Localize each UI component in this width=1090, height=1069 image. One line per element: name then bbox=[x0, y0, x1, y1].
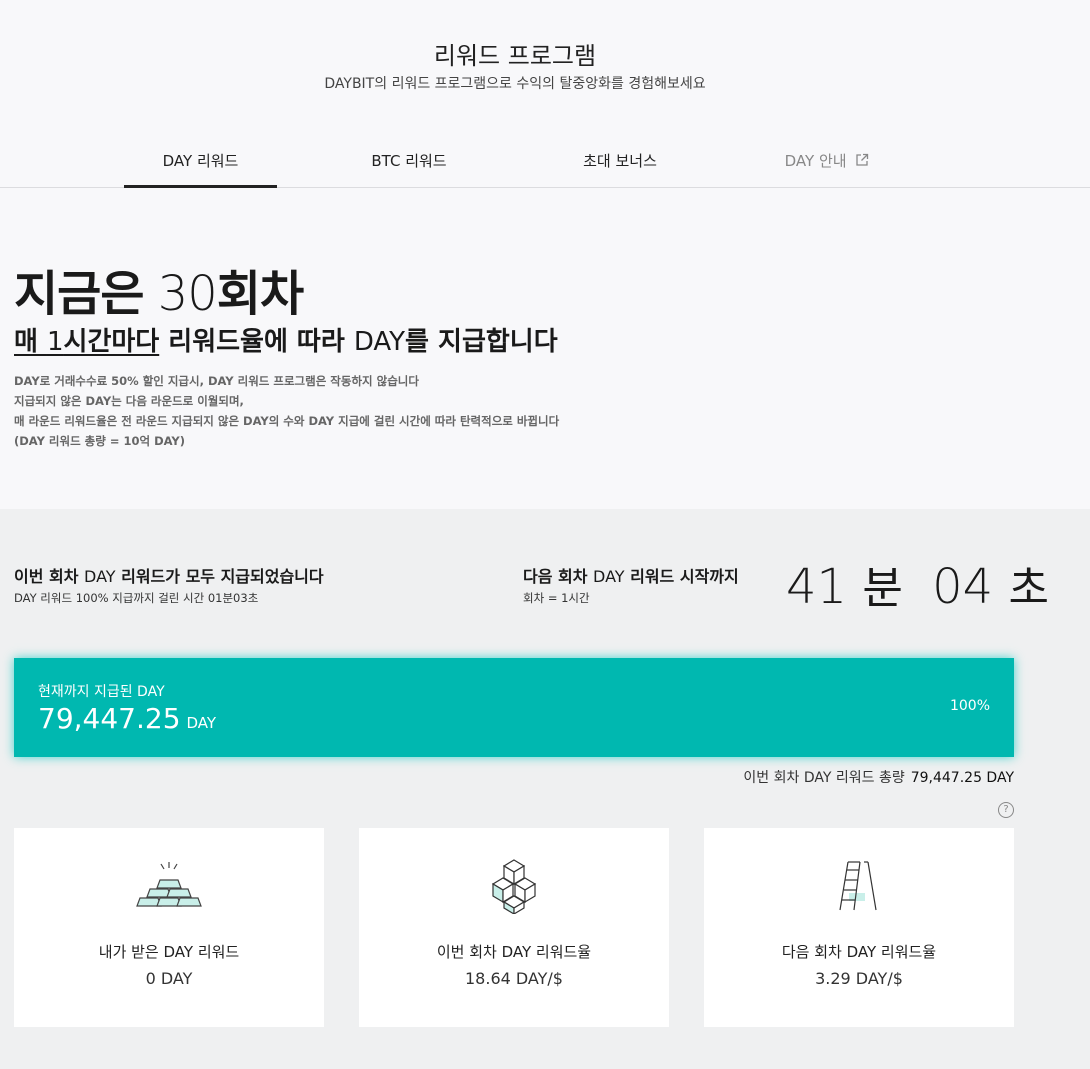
reward-notes: DAY로 거래수수료 50% 할인 지급시, DAY 리워드 프로그램은 작동하… bbox=[14, 371, 559, 451]
countdown-seconds: 04 bbox=[932, 559, 994, 615]
ladder-icon bbox=[704, 858, 1014, 918]
next-round-sub: 회차 = 1시간 bbox=[523, 591, 590, 605]
cubes-icon bbox=[359, 858, 669, 918]
tab-label: DAY 안내 bbox=[784, 152, 847, 170]
note-line: DAY로 거래수수료 50% 할인 지급시, DAY 리워드 프로그램은 작동하… bbox=[14, 374, 419, 388]
interval-suffix: 시간마다 bbox=[63, 327, 160, 357]
next-round-title: 다음 회차 DAY 리워드 시작까지 bbox=[523, 563, 739, 587]
tab-label: 초대 보너스 bbox=[583, 152, 657, 170]
subtitle-mid: 리워드율에 따라 bbox=[159, 327, 354, 357]
next-text: 다음 회차 bbox=[523, 567, 594, 586]
card-label: 다음 회차 DAY 리워드율 bbox=[781, 943, 937, 961]
status-text: 이번 회차 bbox=[14, 567, 85, 586]
card-value: 18.64 DAY/$ bbox=[465, 969, 563, 988]
next-day: DAY bbox=[593, 567, 625, 586]
next-text: 리워드 시작까지 bbox=[624, 567, 739, 586]
status-day: DAY bbox=[84, 567, 116, 586]
card-label: 이번 회차 DAY 리워드율 bbox=[436, 943, 592, 961]
card-label: 내가 받은 DAY 리워드 bbox=[98, 943, 240, 961]
status-text: 리워드가 모두 지급되었습니다 bbox=[115, 567, 324, 586]
interval-number: 1 bbox=[46, 327, 64, 357]
tab-label: BTC 리워드 bbox=[371, 152, 447, 170]
tab-label: DAY 리워드 bbox=[162, 152, 239, 170]
interval-prefix: 매 bbox=[14, 327, 47, 357]
note-line: 지급되지 않은 DAY는 다음 라운드로 이월되며, bbox=[14, 394, 244, 408]
countdown-minutes-unit: 분 bbox=[862, 563, 903, 614]
tab-day-info[interactable]: DAY 안내 bbox=[752, 150, 902, 188]
amount-value: 79,447.25 bbox=[38, 702, 181, 735]
progress-percent: 100% bbox=[949, 698, 990, 714]
round-number: 30 bbox=[157, 266, 218, 322]
card-value: 3.29 DAY/$ bbox=[815, 969, 903, 988]
note-line: 매 라운드 리워드율은 전 라운드 지급되지 않은 DAY의 수와 DAY 지급… bbox=[14, 414, 560, 428]
round-title-suffix: 회차 bbox=[216, 266, 304, 322]
round-title-prefix: 지금은 bbox=[14, 266, 144, 322]
current-rate-card: 이번 회차 DAY 리워드율 18.64 DAY/$ bbox=[359, 828, 669, 1027]
interval-text: 매 1시간마다 bbox=[14, 327, 159, 357]
amount-unit: DAY bbox=[186, 714, 217, 732]
page-header: 리워드 프로그램 DAYBIT의 리워드 프로그램으로 수익의 탈중앙화를 경험… bbox=[0, 0, 1090, 188]
subtitle-end: 를 지급합니다 bbox=[405, 327, 558, 357]
round-status-title: 이번 회차 DAY 리워드가 모두 지급되었습니다 bbox=[14, 563, 324, 587]
page-subtitle: DAYBIT의 리워드 프로그램으로 수익의 탈중앙화를 경험해보세요 bbox=[324, 76, 706, 92]
countdown-timer: 41 분 04 초 bbox=[786, 552, 1049, 616]
card-value: 0 DAY bbox=[145, 969, 193, 988]
tab-btc-reward[interactable]: BTC 리워드 bbox=[334, 150, 484, 188]
progress-amount: 79,447.25 DAY bbox=[38, 702, 216, 735]
page-title: 리워드 프로그램 bbox=[433, 42, 597, 70]
countdown-seconds-unit: 초 bbox=[1008, 563, 1049, 614]
my-reward-card: 내가 받은 DAY 리워드 0 DAY bbox=[14, 828, 324, 1027]
progress-label: 현재까지 지급된 DAY bbox=[38, 684, 165, 700]
note-line: (DAY 리워드 총량 = 10억 DAY) bbox=[14, 434, 185, 448]
gold-bars-icon bbox=[14, 858, 324, 918]
subtitle-day: DAY bbox=[353, 327, 406, 357]
total-value: 79,447.25 DAY bbox=[910, 770, 1014, 786]
help-icon[interactable]: ? bbox=[998, 802, 1014, 818]
external-link-icon bbox=[855, 153, 869, 171]
round-status-sub: DAY 리워드 100% 지급까지 걸린 시간 01분03초 bbox=[14, 591, 259, 605]
tab-invite-bonus[interactable]: 초대 보너스 bbox=[545, 150, 695, 188]
next-rate-card: 다음 회차 DAY 리워드율 3.29 DAY/$ bbox=[704, 828, 1014, 1027]
distribution-progress-bar: 현재까지 지급된 DAY 79,447.25 DAY 100% bbox=[14, 658, 1014, 757]
round-title: 지금은 30회차 bbox=[14, 254, 304, 324]
total-label: 이번 회차 DAY 리워드 총량 bbox=[743, 770, 905, 786]
reward-subtitle: 매 1시간마다 리워드율에 따라 DAY를 지급합니다 bbox=[14, 321, 558, 358]
countdown-minutes: 41 bbox=[786, 559, 848, 615]
round-total: 이번 회차 DAY 리워드 총량 79,447.25 DAY bbox=[743, 767, 1014, 787]
tab-day-reward[interactable]: DAY 리워드 bbox=[124, 150, 277, 188]
